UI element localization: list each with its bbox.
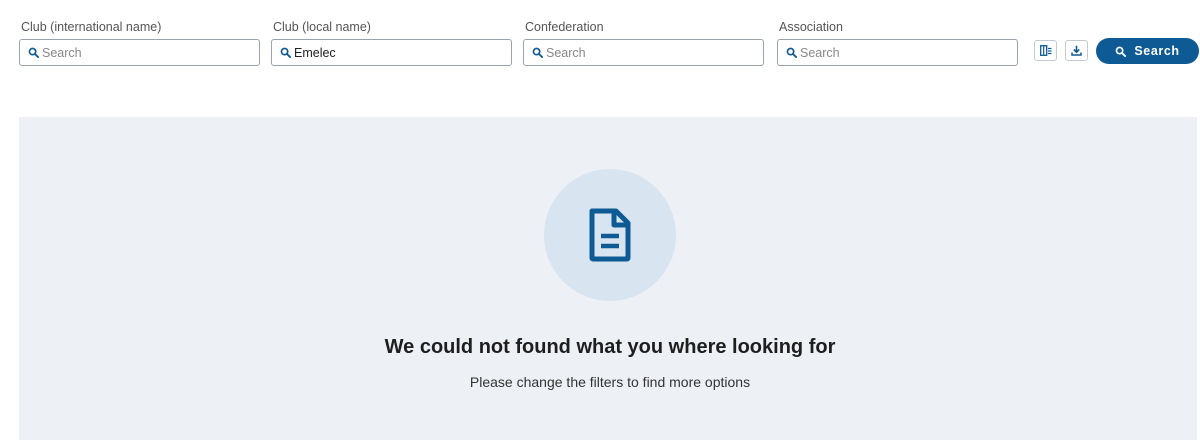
search-field[interactable] xyxy=(777,39,1018,66)
filter-confederation: Confederation xyxy=(523,19,764,66)
search-button[interactable]: Search xyxy=(1096,38,1199,64)
search-icon xyxy=(280,47,291,58)
confederation-input[interactable] xyxy=(546,40,758,65)
association-input[interactable] xyxy=(800,40,1012,65)
columns-icon xyxy=(1039,45,1051,56)
search-icon xyxy=(1115,46,1127,57)
filter-club-international: Club (international name) xyxy=(19,19,260,66)
document-icon xyxy=(589,208,631,262)
club-international-name-input[interactable] xyxy=(42,40,254,65)
download-icon xyxy=(1071,45,1082,56)
filter-bar: Club (international name) Club (local na… xyxy=(0,0,1200,100)
empty-state-title: We could not found what you where lookin… xyxy=(384,336,836,358)
search-page: Club (international name) Club (local na… xyxy=(0,0,1200,440)
filter-association: Association xyxy=(777,19,1018,66)
search-field[interactable] xyxy=(19,39,260,66)
filter-club-local: Club (local name) xyxy=(271,19,512,66)
filter-label: Club (local name) xyxy=(273,20,371,34)
empty-state-icon-circle xyxy=(544,169,676,301)
columns-button[interactable] xyxy=(1034,40,1057,61)
search-icon xyxy=(532,47,543,58)
search-button-label: Search xyxy=(1134,44,1180,58)
search-icon xyxy=(786,47,797,58)
filter-label: Confederation xyxy=(525,20,604,34)
search-icon xyxy=(28,47,39,58)
club-local-name-input[interactable] xyxy=(294,40,506,65)
empty-state-subtitle: Please change the filters to find more o… xyxy=(469,374,751,390)
filter-label: Association xyxy=(779,20,843,34)
download-button[interactable] xyxy=(1065,40,1088,61)
search-field[interactable] xyxy=(523,39,764,66)
search-field[interactable] xyxy=(271,39,512,66)
empty-state-panel: We could not found what you where lookin… xyxy=(19,117,1197,440)
filter-label: Club (international name) xyxy=(21,20,162,34)
